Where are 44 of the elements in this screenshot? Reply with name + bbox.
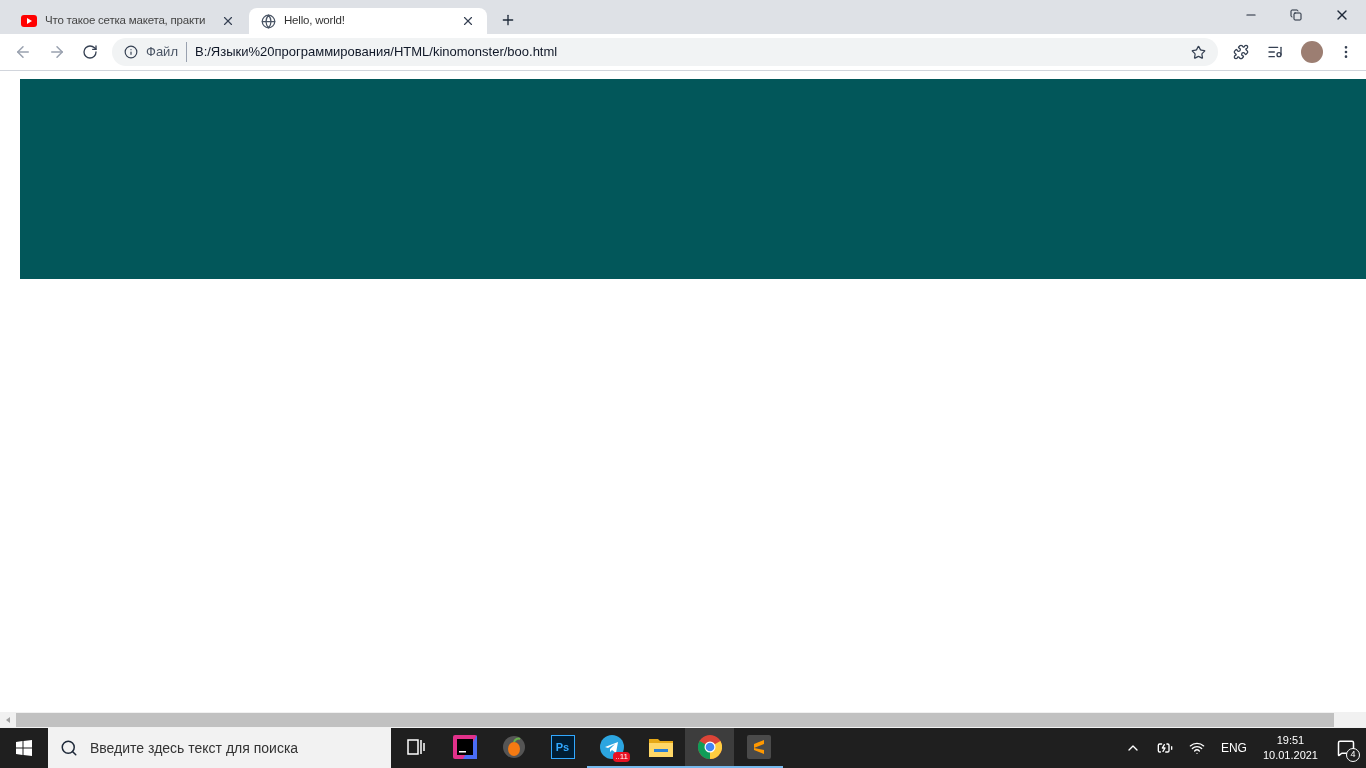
browser-logo-icon (697, 735, 722, 759)
avatar[interactable] (1301, 41, 1323, 63)
taskbar-app[interactable]: Ps (538, 728, 587, 768)
folder-icon (648, 737, 673, 757)
info-icon (124, 45, 138, 59)
media-queue-icon[interactable] (1267, 44, 1283, 60)
search-icon (60, 739, 78, 757)
url-text: B:/Языки%20программирования/HTML/kinomonster/boo.html (194, 43, 559, 62)
taskbar-app[interactable]: ..11 (587, 728, 636, 768)
reload-icon[interactable] (82, 44, 98, 60)
clock-time[interactable]: 19:51 (1276, 733, 1305, 748)
unread-badge: ..11 (613, 752, 630, 762)
fruit-logo-icon (501, 735, 526, 759)
taskbar-app[interactable] (685, 728, 734, 768)
language-indicator[interactable]: ENG (1220, 739, 1247, 757)
forward-icon[interactable] (48, 43, 66, 61)
photo-editor-icon: Ps (550, 735, 575, 759)
scheme-label: Файл (146, 42, 187, 62)
search-field[interactable]: Введите здесь текст для поиска (90, 737, 379, 759)
tab-title: Что такое сетка макета, практи (45, 13, 207, 29)
windows-logo-icon[interactable] (16, 740, 32, 756)
wifi-icon[interactable] (1188, 740, 1205, 756)
extensions-icon[interactable] (1233, 44, 1249, 60)
task-view-icon (406, 739, 425, 755)
video-logo-icon (21, 15, 37, 27)
bookmark-star-icon[interactable] (1191, 44, 1206, 60)
globe-icon (261, 13, 276, 29)
ide-logo-icon (452, 735, 477, 759)
close-icon[interactable] (221, 14, 235, 28)
tab-title: Hello, world! (284, 13, 346, 29)
scrollbar-thumb[interactable] (16, 713, 1334, 727)
battery-icon[interactable] (1156, 740, 1173, 756)
browser-tab[interactable]: Hello, world! (249, 8, 487, 34)
new-tab-icon[interactable] (500, 12, 516, 28)
notification-count: 4 (1346, 748, 1360, 762)
search-bar[interactable]: Введите здесь текст для поиска (48, 728, 391, 768)
close-icon[interactable] (461, 14, 475, 28)
clock-date[interactable]: 10.01.2021 (1262, 748, 1318, 763)
editor-logo-icon (746, 735, 771, 759)
address-bar[interactable]: Файл B:/Языки%20программирования/HTML/kinomonster/boo.html (112, 38, 1218, 66)
notifications-button[interactable]: 4 (1326, 728, 1366, 768)
browser-tab[interactable]: Что такое сетка макета, практи (9, 8, 247, 34)
horizontal-scrollbar[interactable] (0, 712, 1366, 728)
restore-icon[interactable] (1290, 9, 1302, 21)
